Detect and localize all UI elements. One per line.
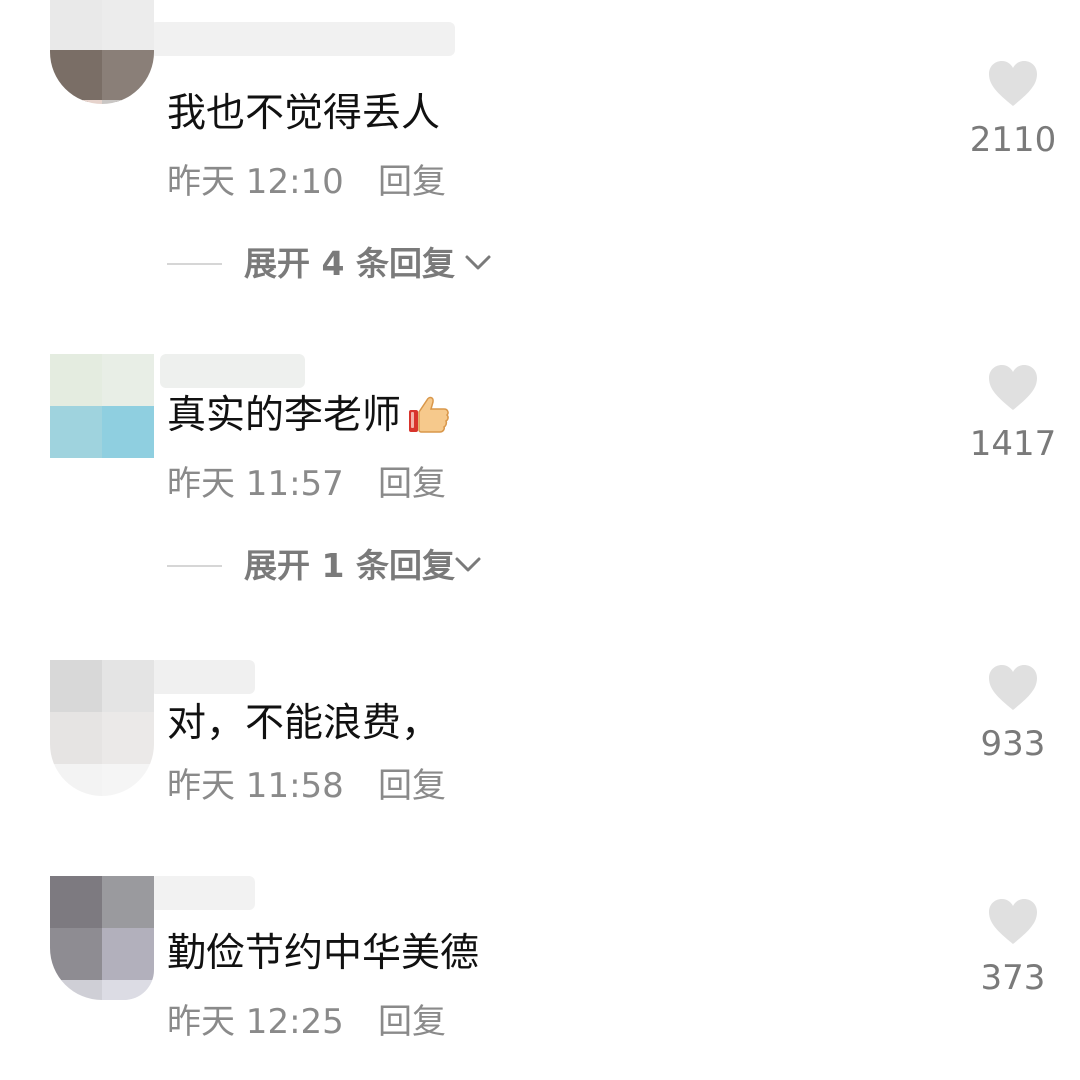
expand-replies-label: 展开 4 条回复 [244, 244, 455, 283]
comment-text: 勤俭节约中华美德 [167, 931, 480, 976]
expand-replies-label: 展开 1 条回复 [244, 546, 455, 585]
divider-line [167, 263, 222, 265]
comment-time: 昨天 12:25 [167, 1002, 344, 1042]
comment-text-content: 真实的李老师 [167, 393, 402, 438]
comment-time: 昨天 12:10 [167, 162, 344, 202]
thumbs-up-icon [409, 396, 449, 433]
avatar[interactable] [50, 354, 154, 458]
comment-meta: 昨天 12:10 回复 [167, 162, 446, 202]
reply-button[interactable]: 回复 [378, 1002, 446, 1042]
comment-list-screen: { "comments": [ { "text": "我也不觉得丢人", "ti… [0, 0, 1080, 1066]
comment-item: 对，不能浪费， 昨天 11:58 回复 933 [0, 604, 1080, 844]
like-count: 2110 [969, 120, 1057, 160]
divider-line [167, 565, 222, 567]
heart-icon [989, 665, 1037, 710]
username-blurred[interactable] [160, 354, 305, 388]
heart-icon [989, 899, 1037, 944]
heart-icon [989, 365, 1037, 410]
heart-icon [989, 61, 1037, 106]
username-blurred[interactable] [150, 22, 455, 56]
reply-button[interactable]: 回复 [378, 162, 446, 202]
comment-time: 昨天 11:58 [167, 766, 344, 806]
avatar[interactable] [50, 0, 154, 104]
comment-item: 我也不觉得丢人 昨天 12:10 回复 展开 4 条回复 2110 [0, 0, 1080, 283]
comment-meta: 昨天 12:25 回复 [167, 1002, 446, 1042]
avatar[interactable] [50, 876, 154, 1000]
like-count: 373 [980, 958, 1046, 998]
comment-text: 我也不觉得丢人 [167, 91, 441, 136]
comment-meta: 昨天 11:58 回复 [167, 766, 446, 806]
avatar[interactable] [50, 660, 154, 796]
comment-item: 勤俭节约中华美德 昨天 12:25 回复 373 [0, 840, 1080, 1080]
comment-item: 真实的李老师 昨天 11:57 回复 展开 1 条回复 1417 [0, 302, 1080, 585]
username-blurred[interactable] [150, 876, 255, 910]
username-blurred[interactable] [150, 660, 255, 694]
reply-button[interactable]: 回复 [378, 766, 446, 806]
like-button[interactable]: 2110 [960, 60, 1070, 170]
reply-button[interactable]: 回复 [378, 464, 446, 504]
like-button[interactable]: 373 [960, 898, 1070, 1008]
comment-text: 真实的李老师 [167, 392, 451, 440]
like-count: 1417 [969, 424, 1057, 464]
comment-meta: 昨天 11:57 回复 [167, 464, 446, 504]
like-button[interactable]: 1417 [960, 364, 1070, 474]
chevron-down-icon [465, 255, 491, 270]
comment-time: 昨天 11:57 [167, 464, 344, 504]
like-button[interactable]: 933 [960, 664, 1070, 774]
comment-text: 对，不能浪费， [167, 701, 441, 746]
like-count: 933 [980, 724, 1046, 764]
chevron-down-icon [455, 557, 481, 572]
